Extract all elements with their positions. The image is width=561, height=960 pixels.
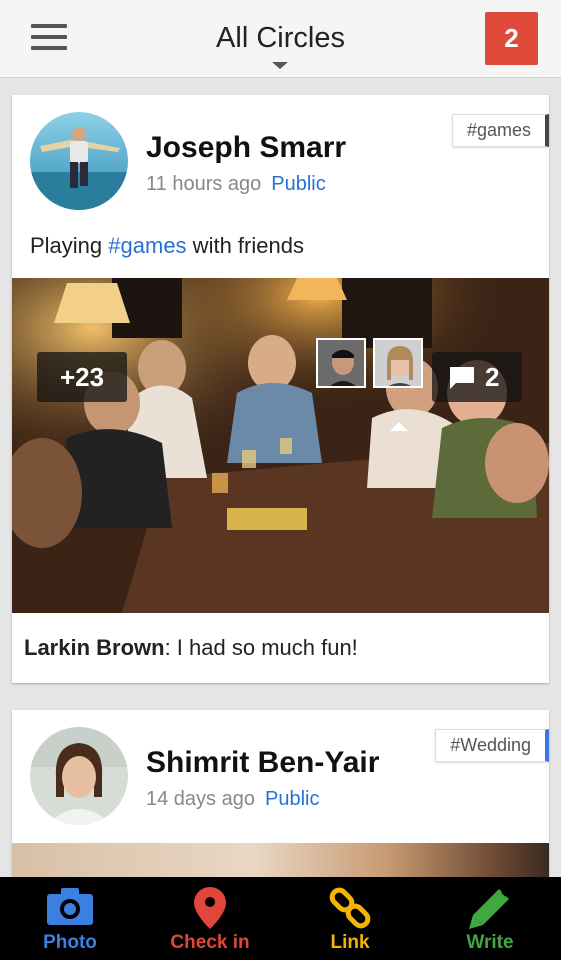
comments-count-button[interactable]: 2 (432, 352, 522, 402)
visibility-label[interactable]: Public (265, 788, 319, 810)
photo-action-button[interactable]: Photo (0, 877, 140, 960)
latest-comment[interactable]: Larkin Brown: I had so much fun! (24, 635, 358, 661)
map-pin-icon (194, 887, 226, 929)
circle-selector[interactable]: All Circles (0, 22, 561, 55)
top-app-bar: All Circles 2 (0, 0, 561, 78)
comment-count: 2 (485, 362, 500, 392)
post-hashtag-link[interactable]: #games (108, 233, 186, 258)
comment-text: : I had so much fun! (164, 635, 358, 660)
avatar[interactable] (30, 112, 128, 210)
notification-count-badge[interactable]: 2 (485, 12, 538, 65)
post-text-end: with friends (186, 233, 304, 258)
post-time: 14 days ago (146, 788, 255, 810)
plus-one-count-button[interactable]: +23 (37, 352, 127, 402)
pencil-icon (469, 889, 509, 929)
camera-icon (47, 888, 93, 925)
post-text-start: Playing (30, 233, 109, 258)
checkin-action-button[interactable]: Check in (140, 877, 280, 960)
dropdown-caret-icon[interactable] (272, 62, 288, 69)
commenter-thumbnail[interactable] (373, 338, 423, 388)
bottom-action-bar: Photo Check in Link Write (0, 877, 561, 960)
post-card[interactable]: Shimrit Ben-Yair 14 days ago Public #Wedd… (12, 710, 549, 890)
visibility-label[interactable]: Public (271, 173, 325, 195)
photo-action-label: Photo (43, 932, 97, 953)
post-time: 11 hours ago (146, 173, 262, 195)
write-action-label: Write (466, 932, 514, 953)
post-meta: 14 days ago Public (146, 788, 319, 811)
hashtag-chip[interactable]: #Wedding (435, 729, 549, 762)
checkin-action-label: Check in (170, 932, 250, 953)
commenter-thumbnail[interactable] (316, 338, 366, 388)
author-name[interactable]: Shimrit Ben-Yair (146, 746, 379, 780)
link-action-label: Link (330, 932, 370, 953)
post-photo[interactable] (12, 278, 549, 613)
link-icon (329, 887, 371, 929)
avatar[interactable] (30, 727, 128, 825)
write-action-button[interactable]: Write (420, 877, 560, 960)
comment-bubble-icon (450, 367, 474, 389)
author-name[interactable]: Joseph Smarr (146, 131, 346, 165)
post-card[interactable]: Joseph Smarr 11 hours ago Public #games P… (12, 95, 549, 683)
post-meta: 11 hours ago Public (146, 173, 326, 196)
comment-pointer (390, 422, 408, 431)
link-action-button[interactable]: Link (280, 877, 420, 960)
post-text: Playing #games with friends (30, 233, 304, 259)
comment-author[interactable]: Larkin Brown (24, 635, 165, 660)
hashtag-chip[interactable]: #games (451, 114, 549, 147)
